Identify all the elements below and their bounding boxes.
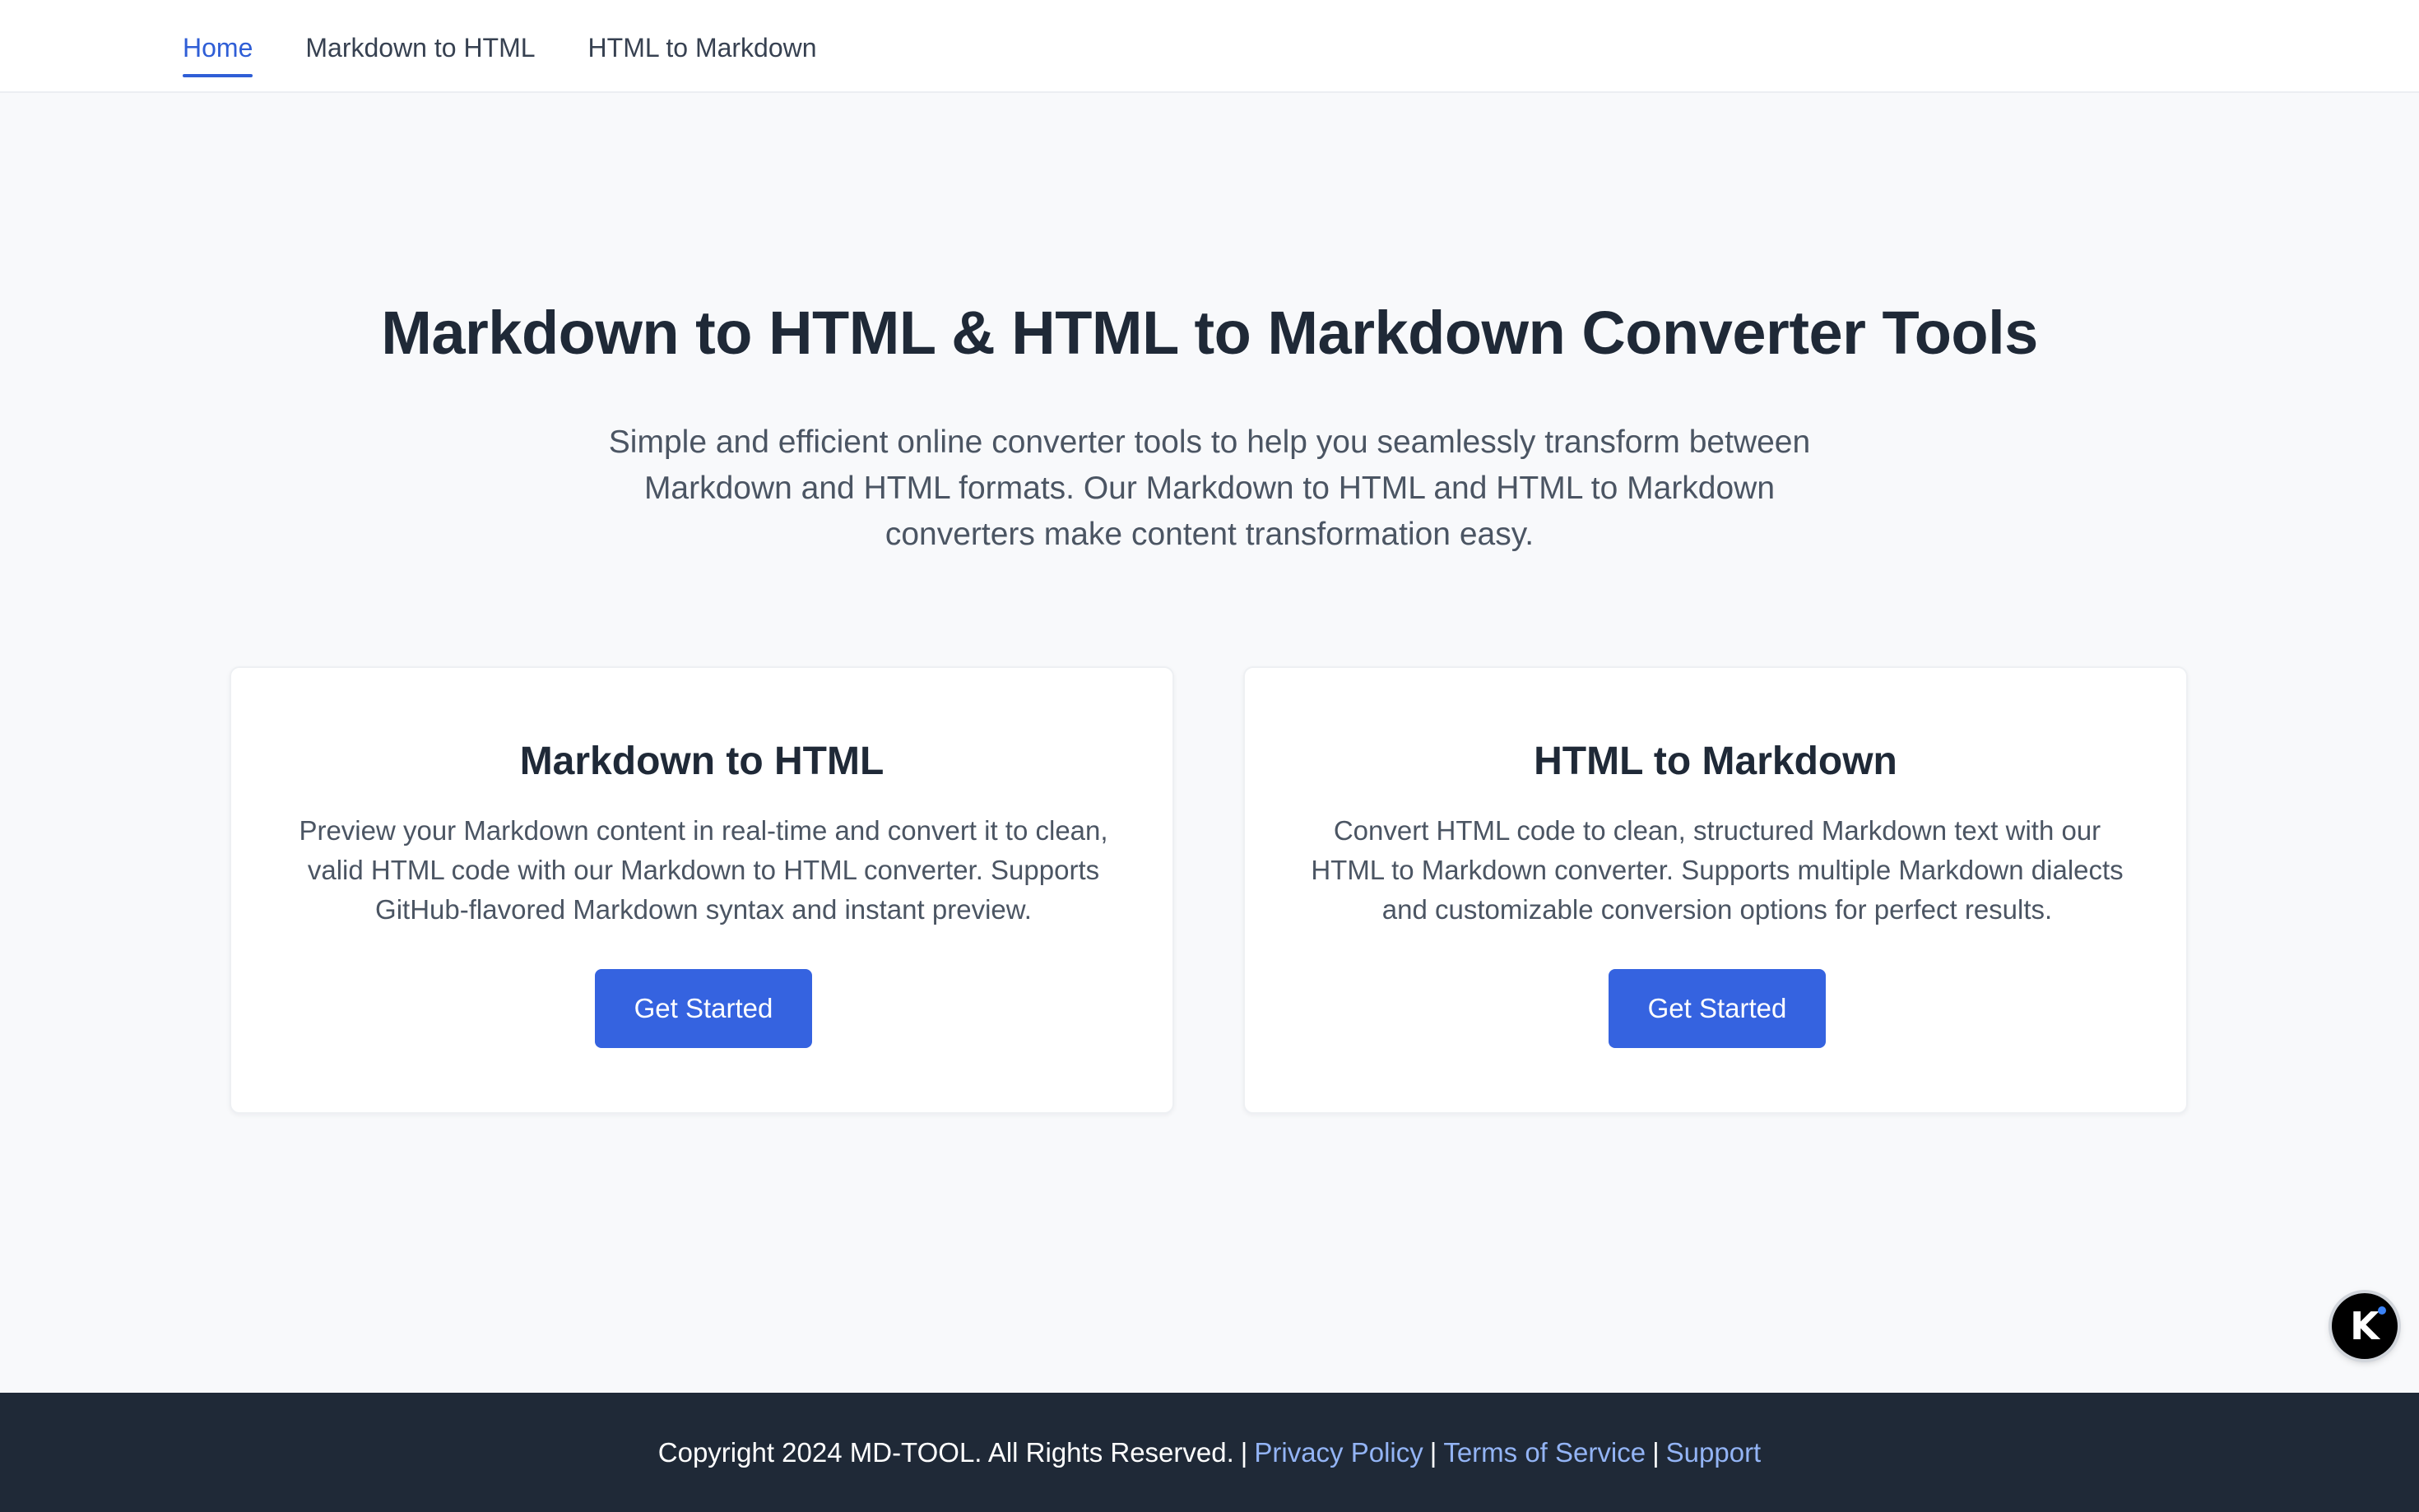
nav-link-markdown-to-html[interactable]: Markdown to HTML: [305, 31, 535, 61]
nav-link-html-to-markdown[interactable]: HTML to Markdown: [588, 31, 817, 61]
card-title: Markdown to HTML: [519, 740, 884, 783]
footer-separator: |: [1652, 1436, 1660, 1468]
footer-separator: |: [1429, 1436, 1437, 1468]
k-logo-icon[interactable]: K: [2332, 1293, 2398, 1359]
footer-copyright: Copyright 2024 MD-TOOL. All Rights Reser…: [657, 1436, 1234, 1468]
footer-link-privacy-policy[interactable]: Privacy Policy: [1254, 1437, 1423, 1468]
footer-link-terms-of-service[interactable]: Terms of Service: [1443, 1437, 1646, 1468]
footer: Copyright 2024 MD-TOOL. All Rights Reser…: [0, 1393, 2419, 1512]
nav-link-home[interactable]: Home: [183, 31, 253, 77]
footer-link-support[interactable]: Support: [1666, 1437, 1762, 1468]
main-nav: Home Markdown to HTML HTML to Markdown: [183, 0, 817, 91]
k-letter: K: [2350, 1304, 2380, 1348]
page-title: Markdown to HTML & HTML to Markdown Conv…: [381, 299, 2038, 367]
footer-separator: |: [1240, 1436, 1248, 1468]
card-description: Convert HTML code to clean, structured M…: [1311, 815, 2124, 925]
card-html-to-markdown: HTML to Markdown Convert HTML code to cl…: [1243, 666, 2188, 1114]
page-subtitle: Simple and efficient online converter to…: [608, 424, 1811, 552]
get-started-html-to-markdown-button[interactable]: Get Started: [1609, 969, 1826, 1048]
notification-dot: [2378, 1306, 2386, 1315]
card-title: HTML to Markdown: [1534, 740, 1897, 783]
card-markdown-to-html: Markdown to HTML Preview your Markdown c…: [230, 666, 1174, 1114]
top-navigation-bar: Home Markdown to HTML HTML to Markdown: [0, 0, 2419, 93]
get-started-markdown-to-html-button[interactable]: Get Started: [595, 969, 812, 1048]
card-description: Preview your Markdown content in real-ti…: [299, 815, 1108, 925]
